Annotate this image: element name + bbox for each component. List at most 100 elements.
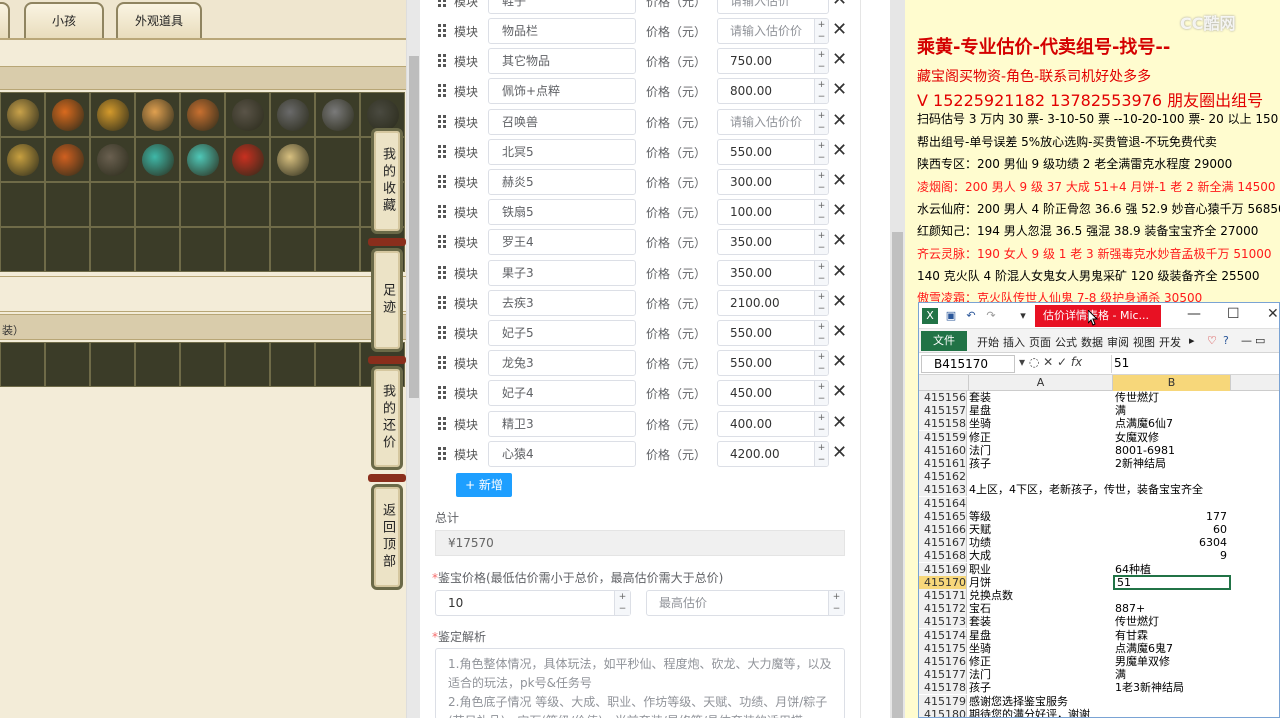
module-name-input[interactable]: 北冥5 xyxy=(488,138,636,165)
price-stepper[interactable]: + − xyxy=(814,351,828,376)
remove-row-icon[interactable]: ✕ xyxy=(832,140,847,162)
row-number[interactable]: 415180 xyxy=(919,707,967,717)
cell-a[interactable]: 法门 xyxy=(969,668,1111,681)
module-name-input[interactable]: 妃子5 xyxy=(488,320,636,346)
cell-b[interactable]: 传世燃灯 xyxy=(1113,615,1231,628)
footprint-button[interactable]: 足迹 xyxy=(371,248,403,352)
drag-handle-icon[interactable] xyxy=(438,114,448,129)
module-name-input[interactable]: 龙兔3 xyxy=(488,350,636,377)
inventory-slot[interactable] xyxy=(225,182,270,227)
tab-page-layout[interactable]: 页面 xyxy=(1029,334,1051,350)
minimize-icon[interactable]: — xyxy=(1187,306,1201,322)
cell-a[interactable]: 期待您的满分好评，谢谢 xyxy=(969,708,1111,717)
cell-a[interactable]: 孩子 xyxy=(969,457,1111,470)
tab-data[interactable]: 数据 xyxy=(1081,334,1103,350)
inventory-slot[interactable] xyxy=(270,227,315,272)
cell-a[interactable]: 等级 xyxy=(969,510,1111,523)
inventory-slot[interactable] xyxy=(315,182,360,227)
inventory-slot[interactable] xyxy=(0,137,45,182)
row-number[interactable]: 415174 xyxy=(919,628,967,642)
remove-row-icon[interactable]: ✕ xyxy=(832,0,847,11)
save-icon[interactable]: ▣ xyxy=(943,308,959,324)
cell-b[interactable]: 女魔双修 xyxy=(1113,431,1231,444)
cell-a[interactable]: 孩子 xyxy=(969,681,1111,694)
price-input[interactable]: 550.00 + − xyxy=(717,350,829,377)
cell-a[interactable]: 职业 xyxy=(969,563,1111,576)
price-stepper[interactable]: + − xyxy=(814,441,828,466)
row-number[interactable]: 415171 xyxy=(919,589,967,602)
inventory-slot[interactable] xyxy=(45,342,90,387)
row-number[interactable]: 415177 xyxy=(919,668,967,682)
price-input[interactable]: 350.00 + − xyxy=(717,229,829,256)
drag-handle-icon[interactable] xyxy=(438,265,448,280)
inventory-slot[interactable] xyxy=(45,182,90,227)
my-counteroffer-button[interactable]: 我的还价 xyxy=(371,366,403,470)
add-module-button[interactable]: + 新增 xyxy=(456,473,512,497)
row-number[interactable]: 415166 xyxy=(919,523,967,536)
inventory-slot[interactable] xyxy=(90,92,135,137)
cell-a[interactable]: 功绩 xyxy=(969,536,1111,549)
game-scrollbar[interactable] xyxy=(406,0,420,718)
max-price-input[interactable]: 最高估价 + − xyxy=(646,590,845,616)
my-favorites-button[interactable]: 我的收藏 xyxy=(371,128,403,234)
cell-a[interactable]: 天赋 xyxy=(969,523,1111,536)
price-stepper[interactable]: + − xyxy=(814,230,828,255)
cell-b[interactable]: 满 xyxy=(1113,404,1231,417)
drag-handle-icon[interactable] xyxy=(438,205,448,219)
drag-handle-icon[interactable] xyxy=(438,24,448,38)
inventory-slot[interactable] xyxy=(90,227,135,272)
inventory-slot[interactable] xyxy=(180,137,225,182)
remove-row-icon[interactable]: ✕ xyxy=(832,321,847,343)
price-stepper[interactable]: + − xyxy=(814,321,828,345)
tab-child[interactable]: 小孩 xyxy=(24,2,104,38)
inventory-slot[interactable] xyxy=(315,92,360,137)
tab-appearance-items[interactable]: 外观道具 xyxy=(116,2,202,38)
row-number[interactable]: 415175 xyxy=(919,641,967,655)
inventory-slot[interactable] xyxy=(90,182,135,227)
drag-handle-icon[interactable] xyxy=(438,235,448,249)
module-name-input[interactable]: 精卫3 xyxy=(488,410,636,437)
price-input[interactable]: 100.00 + − xyxy=(717,199,829,226)
cell-a[interactable]: 大成 xyxy=(969,549,1111,562)
drag-handle-icon[interactable] xyxy=(438,326,448,340)
inventory-slot[interactable] xyxy=(135,227,180,272)
column-header-b[interactable]: B xyxy=(1113,375,1231,391)
scrollbar-thumb[interactable] xyxy=(409,56,419,398)
remove-row-icon[interactable]: ✕ xyxy=(832,79,847,101)
min-price-stepper[interactable]: + − xyxy=(614,591,630,615)
scrollbar-thumb[interactable] xyxy=(892,232,903,718)
drag-handle-icon[interactable] xyxy=(438,175,448,189)
price-stepper[interactable]: + − xyxy=(814,109,828,134)
price-input[interactable]: 请输入估价 xyxy=(717,0,829,14)
drag-handle-icon[interactable] xyxy=(438,446,448,461)
cell-b[interactable]: 51 xyxy=(1113,574,1231,590)
column-header-a[interactable]: A xyxy=(969,375,1113,391)
cell-a[interactable]: 法门 xyxy=(969,444,1111,457)
price-stepper[interactable]: + − xyxy=(814,79,828,104)
cell-b[interactable]: 点满魔6鬼7 xyxy=(1113,642,1231,655)
tab-developer[interactable]: 开发 xyxy=(1159,334,1181,350)
row-number[interactable]: 415165 xyxy=(919,509,967,523)
drag-handle-icon[interactable] xyxy=(438,356,448,370)
cell-b[interactable]: 6304 xyxy=(1113,536,1231,549)
price-stepper[interactable]: + − xyxy=(814,260,828,285)
select-all-corner[interactable] xyxy=(919,375,969,391)
cell-b[interactable]: 满 xyxy=(1113,668,1231,681)
cell-b[interactable]: 9 xyxy=(1113,549,1231,562)
redo-icon[interactable]: ↷ xyxy=(983,308,999,324)
row-number[interactable]: 415170 xyxy=(919,575,967,589)
remove-row-icon[interactable]: ✕ xyxy=(832,170,847,192)
cell-b[interactable]: 177 xyxy=(1113,510,1231,523)
row-number[interactable]: 415158 xyxy=(919,417,967,431)
row-number[interactable]: 415178 xyxy=(919,681,967,695)
doc-scrollbar[interactable] xyxy=(890,0,905,718)
drag-handle-icon[interactable] xyxy=(438,144,448,159)
ribbon-minimize-icon[interactable]: — xyxy=(1241,334,1252,347)
back-to-top-button[interactable]: 返回顶部 xyxy=(371,484,403,590)
ribbon-restore-icon[interactable]: ▭ xyxy=(1255,334,1265,347)
tab-insert[interactable]: 插入 xyxy=(1003,334,1025,350)
price-input[interactable]: 请输入估价价 + − xyxy=(717,108,829,135)
tab-review[interactable]: 审阅 xyxy=(1107,334,1129,350)
inventory-slot[interactable] xyxy=(270,137,315,182)
inventory-slot[interactable] xyxy=(0,92,45,137)
